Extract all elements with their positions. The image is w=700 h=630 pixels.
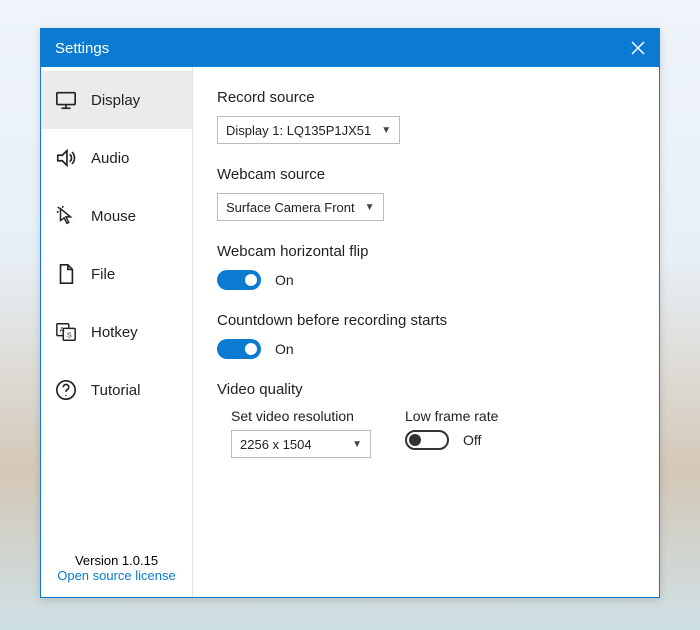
tutorial-icon (55, 379, 77, 401)
video-resolution-label: Set video resolution (231, 408, 371, 424)
record-source-dropdown[interactable]: Display 1: LQ135P1JX51 ▼ (217, 116, 400, 144)
video-resolution-value: 2256 x 1504 (240, 437, 312, 452)
webcam-source-section: Webcam source Surface Camera Front ▼ (217, 166, 635, 221)
video-quality-section: Video quality Set video resolution 2256 … (217, 381, 635, 458)
body-area: Display Audio Mouse File (41, 67, 659, 597)
sidebar-item-audio[interactable]: Audio (41, 129, 192, 187)
webcam-flip-state: On (275, 272, 294, 288)
sidebar-item-label: Display (91, 92, 140, 109)
low-frame-rate-toggle[interactable] (405, 430, 449, 450)
sidebar-item-label: Hotkey (91, 324, 138, 341)
countdown-state: On (275, 341, 294, 357)
video-resolution-dropdown[interactable]: 2256 x 1504 ▼ (231, 430, 371, 458)
webcam-flip-section: Webcam horizontal flip On (217, 243, 635, 290)
webcam-source-label: Webcam source (217, 166, 635, 183)
sidebar-item-display[interactable]: Display (41, 71, 192, 129)
svg-text:A: A (60, 325, 65, 334)
sidebar-item-label: Audio (91, 150, 129, 167)
titlebar: Settings (41, 29, 659, 67)
webcam-source-value: Surface Camera Front (226, 200, 355, 215)
webcam-flip-toggle[interactable] (217, 270, 261, 290)
webcam-source-dropdown[interactable]: Surface Camera Front ▼ (217, 193, 384, 221)
window-title: Settings (55, 40, 109, 57)
record-source-section: Record source Display 1: LQ135P1JX51 ▼ (217, 89, 635, 144)
file-icon (55, 263, 77, 285)
sidebar-item-label: Mouse (91, 208, 136, 225)
countdown-section: Countdown before recording starts On (217, 312, 635, 359)
close-icon (631, 41, 645, 55)
video-quality-label: Video quality (217, 381, 635, 398)
record-source-label: Record source (217, 89, 635, 106)
chevron-down-icon: ▼ (365, 202, 375, 213)
open-source-license-link[interactable]: Open source license (49, 568, 184, 583)
display-icon (55, 89, 77, 111)
chevron-down-icon: ▼ (352, 439, 362, 450)
sidebar: Display Audio Mouse File (41, 67, 193, 597)
sidebar-item-label: Tutorial (91, 382, 140, 399)
sidebar-item-tutorial[interactable]: Tutorial (41, 361, 192, 419)
video-resolution-group: Set video resolution 2256 x 1504 ▼ (231, 408, 371, 458)
sidebar-item-mouse[interactable]: Mouse (41, 187, 192, 245)
content-panel: Record source Display 1: LQ135P1JX51 ▼ W… (193, 67, 659, 597)
mouse-icon (55, 205, 77, 227)
record-source-value: Display 1: LQ135P1JX51 (226, 123, 371, 138)
webcam-flip-label: Webcam horizontal flip (217, 243, 635, 260)
low-frame-rate-label: Low frame rate (405, 408, 498, 424)
chevron-down-icon: ▼ (381, 125, 391, 136)
sidebar-footer: Version 1.0.15 Open source license (41, 543, 192, 597)
low-frame-rate-group: Low frame rate Off (405, 408, 498, 458)
hotkey-icon: AS (55, 321, 77, 343)
sidebar-item-file[interactable]: File (41, 245, 192, 303)
countdown-toggle[interactable] (217, 339, 261, 359)
version-text: Version 1.0.15 (49, 553, 184, 568)
countdown-label: Countdown before recording starts (217, 312, 635, 329)
close-button[interactable] (631, 41, 645, 55)
low-frame-rate-state: Off (463, 432, 481, 448)
settings-window: Settings Display Audio (40, 28, 660, 598)
audio-icon (55, 147, 77, 169)
sidebar-item-label: File (91, 266, 115, 283)
svg-text:S: S (67, 331, 72, 340)
sidebar-item-hotkey[interactable]: AS Hotkey (41, 303, 192, 361)
